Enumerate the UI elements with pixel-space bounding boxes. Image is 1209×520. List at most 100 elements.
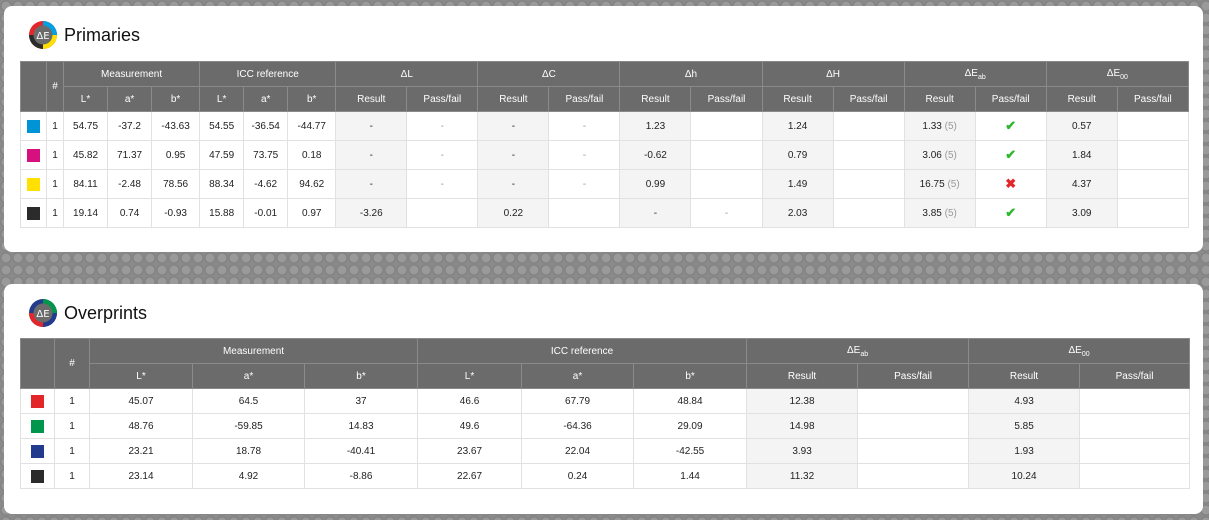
delta-e-value: 3.06 — [922, 149, 942, 161]
count-cell: 1 — [54, 388, 90, 414]
value-cell: 23.14 — [89, 463, 193, 489]
swatch-cell — [19, 169, 48, 199]
pass-fail-cell: - — [548, 111, 621, 141]
col-result: Result — [968, 363, 1081, 389]
value-cell: 18.78 — [192, 438, 305, 464]
col-result: Result — [903, 86, 976, 112]
pass-fail-cell — [1079, 388, 1191, 414]
value-cell: 78.56 — [151, 169, 201, 199]
value-cell: -37.2 — [107, 111, 153, 141]
value-cell: 0.97 — [287, 198, 337, 228]
pass-fail-cell — [832, 111, 905, 141]
result-cell: 1.93 — [968, 438, 1081, 464]
value-cell: 15.88 — [199, 198, 245, 228]
swatch-cell — [20, 388, 55, 414]
value-cell: 47.59 — [199, 140, 245, 170]
col-meas-b: b* — [151, 86, 201, 112]
count-cell: 1 — [46, 169, 65, 199]
col-ref-a: a* — [243, 86, 289, 112]
delta-e-ab-header: ΔEab — [903, 61, 1047, 87]
result-cell: 0.57 — [1045, 111, 1118, 141]
swatch-header — [20, 338, 55, 389]
table-row: 1 48.76 -59.85 14.83 49.6 -64.36 29.09 14.98 5.8… — [20, 413, 1191, 439]
result-cell: 4.93 — [968, 388, 1081, 414]
col-result: Result — [335, 86, 408, 112]
pass-fail-cell — [1079, 438, 1191, 464]
icc-reference-header: ICC reference — [199, 61, 337, 87]
pass-fail-cell — [690, 140, 763, 170]
count-header: # — [46, 61, 65, 112]
count-cell: 1 — [46, 111, 65, 141]
table-row: 1 23.21 18.78 -40.41 23.67 22.04 -42.55 3.93 1.9… — [20, 438, 1191, 464]
value-cell: 46.6 — [417, 388, 523, 414]
value-cell: 48.84 — [633, 388, 748, 414]
result-cell: 11.32 — [746, 463, 859, 489]
result-cell: 14.98 — [746, 413, 859, 439]
value-cell: 64.5 — [192, 388, 305, 414]
col-passfail: Pass/fail — [690, 86, 763, 112]
delta-e-ab-header: ΔEab — [746, 338, 970, 364]
result-cell: - — [477, 140, 550, 170]
measurement-header: Measurement — [63, 61, 201, 87]
primaries-title: Primaries — [64, 24, 141, 45]
col-passfail: Pass/fail — [548, 86, 621, 112]
col-meas-a: a* — [192, 363, 305, 389]
count-cell: 1 — [54, 413, 90, 439]
table-row: 1 19.14 0.74 -0.93 15.88 -0.01 0.97 -3.26 0.22 - -… — [19, 198, 1190, 228]
col-result: Result — [477, 86, 550, 112]
pass-fail-cell — [1116, 198, 1190, 228]
result-cell: 2.03 — [761, 198, 834, 228]
value-cell: -4.62 — [243, 169, 289, 199]
value-cell: -44.77 — [287, 111, 337, 141]
count-cell: 1 — [46, 140, 65, 170]
result-cell: - — [619, 198, 692, 228]
delta-e-value: 16.75 — [919, 178, 945, 190]
value-cell: -40.41 — [303, 438, 419, 464]
pass-fail-cell — [857, 438, 970, 464]
value-cell: 84.11 — [63, 169, 109, 199]
pass-fail-cell: - — [406, 111, 479, 141]
pass-fail-cell — [548, 198, 621, 228]
pass-fail-cell: ✖ — [974, 169, 1047, 199]
check-icon: ✔ — [1005, 205, 1017, 220]
result-cell: 3.93 — [746, 438, 859, 464]
result-cell: 0.99 — [619, 169, 692, 199]
delta-h-large-header: ΔH — [761, 61, 905, 87]
col-ref-b: b* — [633, 363, 748, 389]
pass-fail-cell: ✔ — [974, 198, 1047, 228]
result-cell: - — [335, 111, 408, 141]
col-passfail: Pass/fail — [857, 363, 970, 389]
result-cell: 1.49 — [761, 169, 834, 199]
pass-fail-cell: - — [406, 140, 479, 170]
result-cell: - — [477, 169, 550, 199]
col-meas-l: L* — [89, 363, 193, 389]
col-result: Result — [1045, 86, 1118, 112]
swatch-cell — [20, 463, 55, 489]
col-passfail: Pass/fail — [974, 86, 1047, 112]
primaries-heading: ΔE Primaries — [28, 20, 140, 50]
swatch-cell — [19, 198, 48, 228]
result-cell: 4.37 — [1045, 169, 1118, 199]
result-cell: - — [477, 111, 550, 141]
swatch-cell — [19, 111, 48, 141]
result-cell: 3.09 — [1045, 198, 1118, 228]
col-passfail: Pass/fail — [406, 86, 479, 112]
color-swatch — [31, 444, 44, 458]
result-cell: -3.26 — [335, 198, 408, 228]
delta-e-logo-icon: ΔE — [29, 21, 57, 49]
pass-fail-cell — [1116, 169, 1190, 199]
icc-reference-header: ICC reference — [417, 338, 748, 364]
tolerance-value: (5) — [947, 178, 960, 190]
result-cell: 5.85 — [968, 413, 1081, 439]
value-cell: -0.93 — [151, 198, 201, 228]
overprints-title: Overprints — [64, 302, 148, 323]
col-passfail: Pass/fail — [1116, 86, 1190, 112]
value-cell: 14.83 — [303, 413, 419, 439]
result-cell: - — [335, 140, 408, 170]
value-cell: 22.67 — [417, 463, 523, 489]
result-cell: 1.24 — [761, 111, 834, 141]
value-cell: 48.76 — [89, 413, 193, 439]
pass-fail-cell — [857, 463, 970, 489]
pass-fail-cell — [857, 413, 970, 439]
value-cell: 4.92 — [192, 463, 305, 489]
